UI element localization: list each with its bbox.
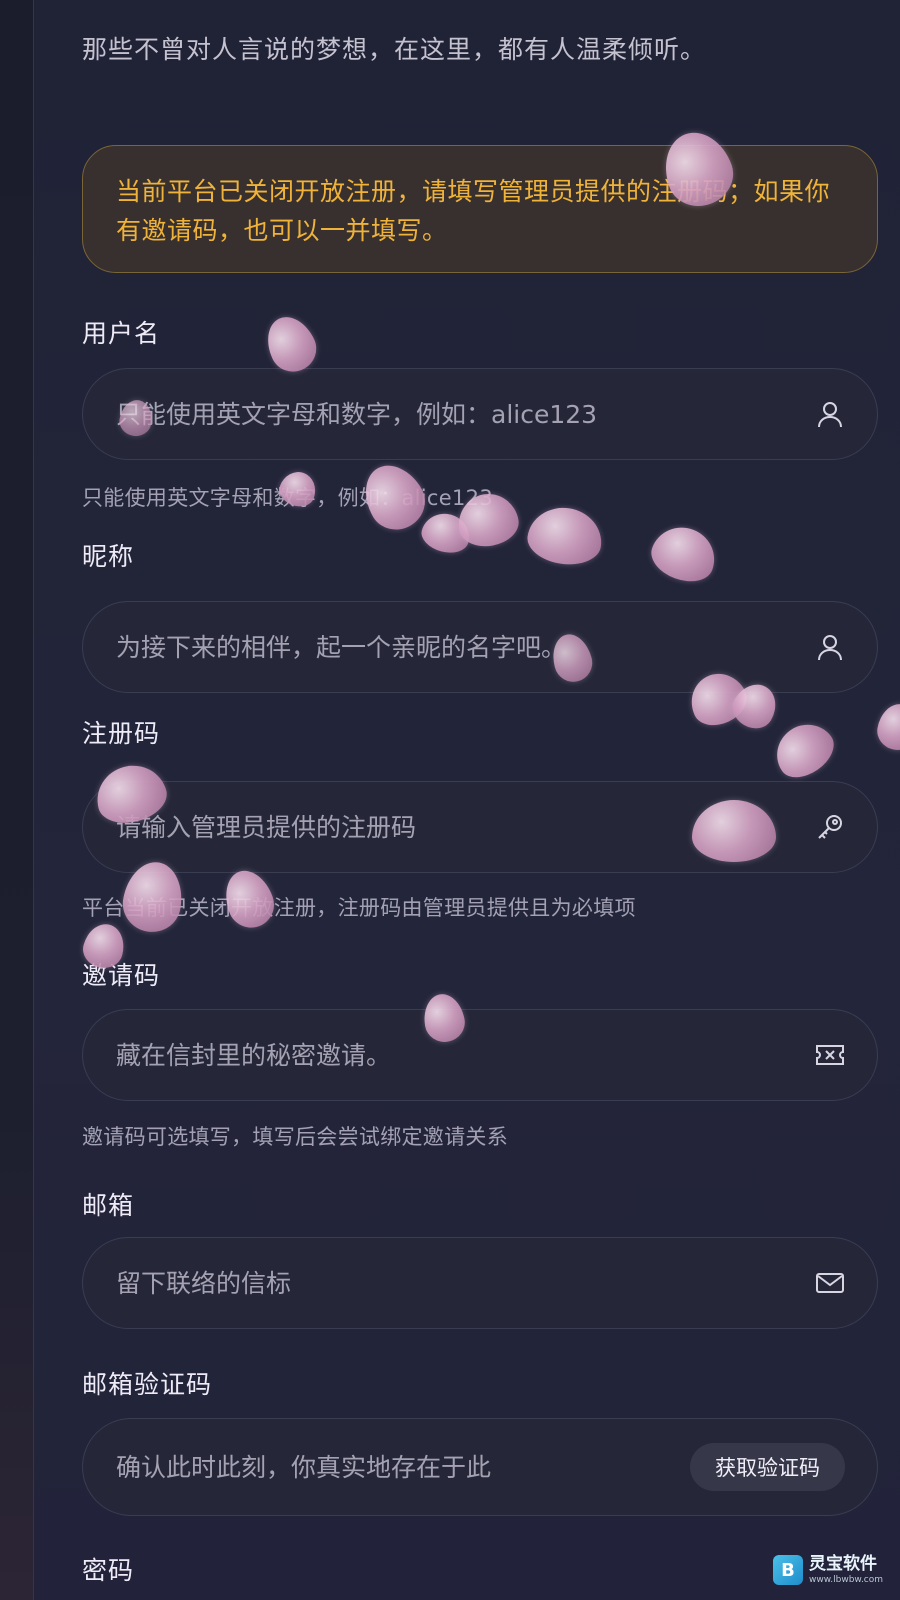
watermark-logo-icon: B [773, 1555, 803, 1585]
nickname-field[interactable] [82, 601, 878, 693]
invite-code-field[interactable] [82, 1009, 878, 1101]
ticket-icon [815, 1040, 845, 1070]
email-code-field[interactable]: 获取验证码 [82, 1418, 878, 1516]
left-edge-background [0, 0, 34, 1600]
registration-notice: 当前平台已关闭开放注册，请填写管理员提供的注册码；如果你有邀请码，也可以一并填写… [82, 145, 878, 273]
email-code-input[interactable] [116, 1419, 636, 1515]
get-code-button[interactable]: 获取验证码 [690, 1443, 845, 1491]
user-icon [815, 399, 845, 429]
mail-icon [815, 1268, 845, 1298]
email-field[interactable] [82, 1237, 878, 1329]
nickname-label: 昵称 [82, 542, 135, 571]
watermark-url: www.lbwbw.com [809, 1574, 884, 1585]
username-field[interactable] [82, 368, 878, 460]
intro-text: 那些不曾对人言说的梦想，在这里，都有人温柔倾听。 [82, 35, 707, 64]
email-code-label: 邮箱验证码 [82, 1370, 213, 1399]
user-icon [815, 632, 845, 662]
watermark: B 灵宝软件 www.lbwbw.com [773, 1552, 891, 1588]
watermark-name: 灵宝软件 [809, 1553, 877, 1574]
password-label: 密码 [82, 1556, 135, 1585]
invite-code-hint: 邀请码可选填写，填写后会尝试绑定邀请关系 [82, 1125, 508, 1149]
username-input[interactable] [116, 369, 756, 459]
email-label: 邮箱 [82, 1191, 135, 1220]
nickname-input[interactable] [116, 602, 756, 692]
register-code-label: 注册码 [82, 719, 161, 748]
username-label: 用户名 [82, 319, 161, 348]
register-code-input[interactable] [116, 782, 756, 872]
email-input[interactable] [116, 1238, 756, 1328]
key-icon [815, 812, 845, 842]
